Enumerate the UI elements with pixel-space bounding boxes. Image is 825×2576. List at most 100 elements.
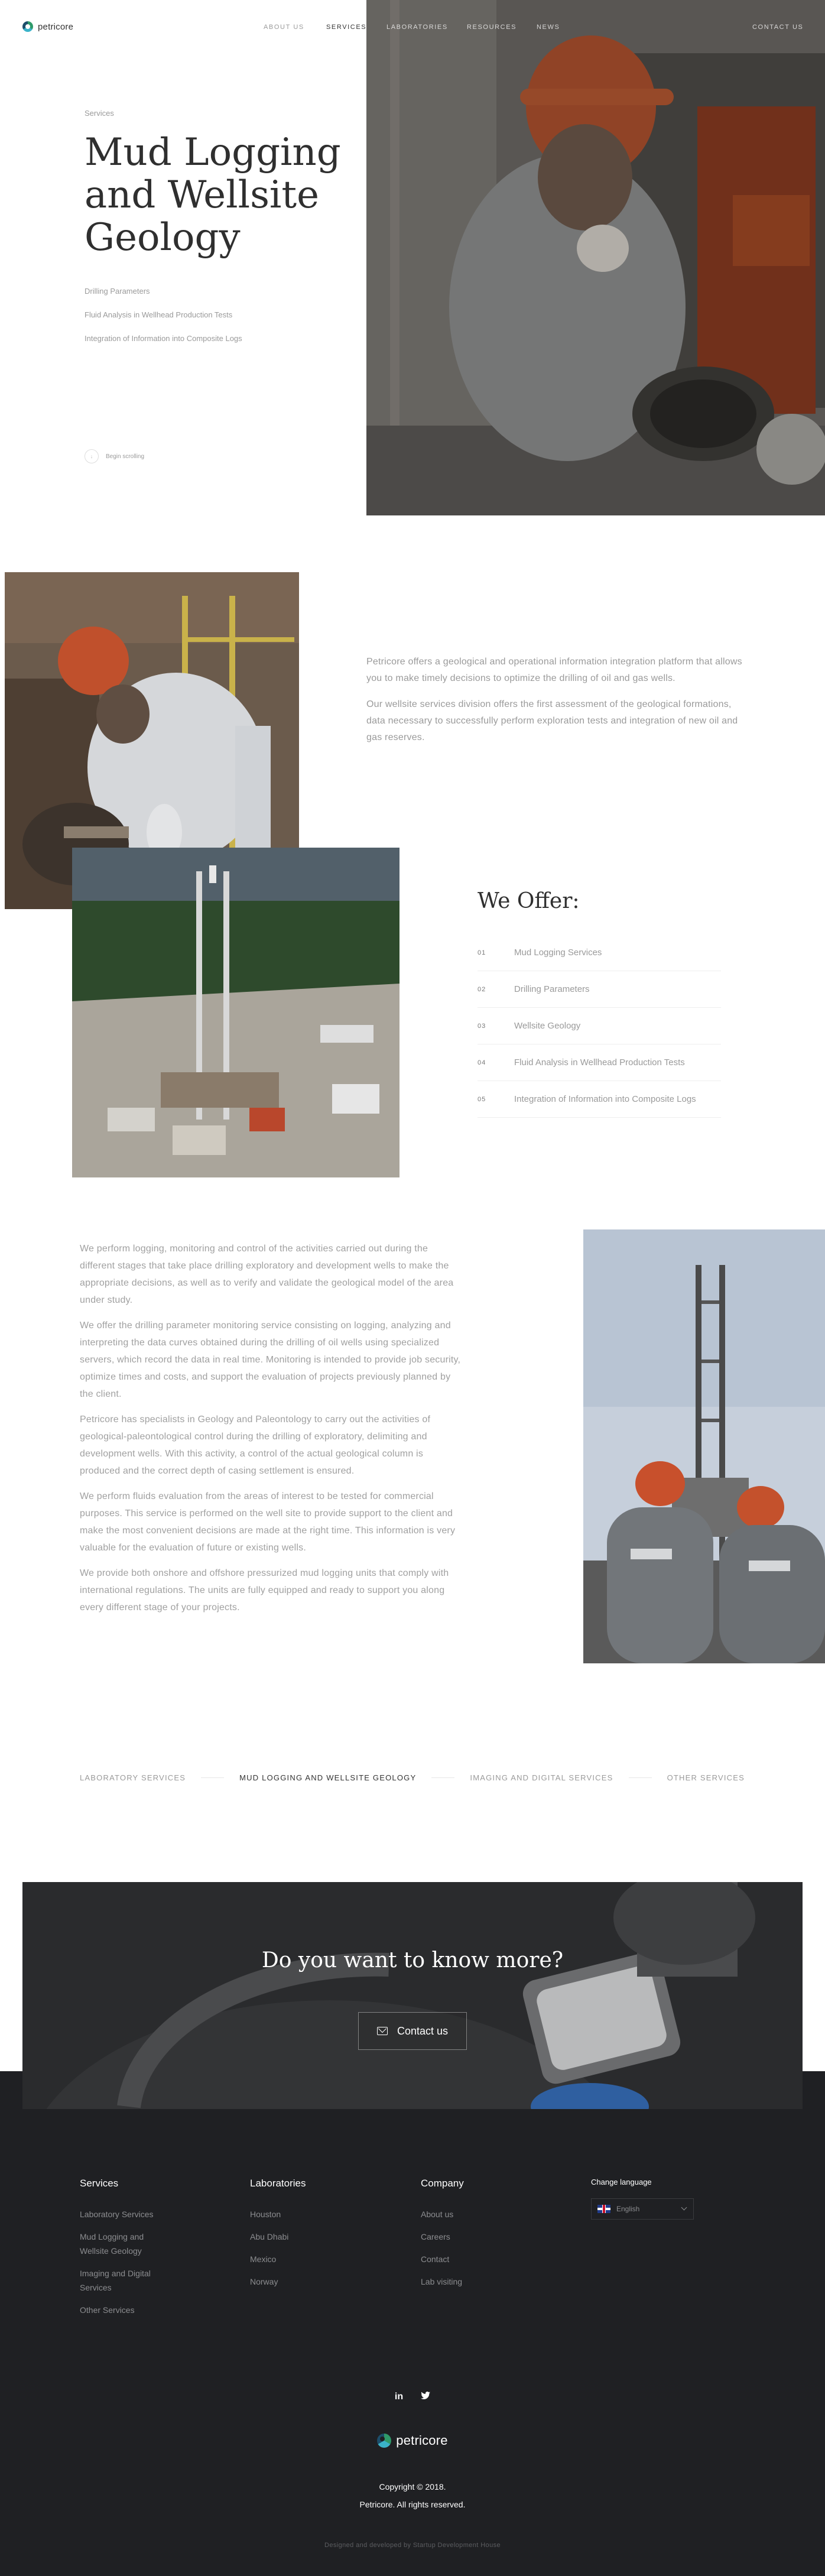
intro-paragraph: Our wellsite services division offers th… (366, 699, 738, 742)
petricore-logo-icon (22, 21, 33, 32)
hero-photo-worker (366, 0, 825, 515)
offer-item[interactable]: 03 Wellsite Geology (478, 1008, 721, 1044)
details-paragraph: We perform fluids evaluation from the ar… (80, 1491, 456, 1553)
brand-logo[interactable]: petricore (22, 21, 73, 32)
footer-link[interactable]: Norway (250, 2275, 386, 2289)
service-details: We perform logging, monitoring and contr… (80, 1240, 464, 1624)
footer-link[interactable]: Lab visiting (421, 2275, 557, 2289)
rig-aerial-illustration (72, 848, 399, 1177)
language-select[interactable]: English (591, 2198, 694, 2220)
credits[interactable]: Designed and developed by Startup Develo… (0, 2542, 825, 2549)
language-title: Change language (591, 2178, 652, 2186)
footer-column-services: Services Laboratory Services Mud Logging… (80, 2178, 216, 2325)
language-selected: English (616, 2205, 640, 2213)
copyright-line: Copyright © 2018. (379, 2482, 446, 2491)
page-title: Mud Logging and Wellsite Geology (85, 131, 341, 259)
footer-link[interactable]: Imaging and Digital Services (80, 2266, 168, 2295)
tab-imaging-digital[interactable]: IMAGING AND DIGITAL SERVICES (470, 1773, 613, 1782)
footer-link[interactable]: Laboratory Services (80, 2207, 216, 2221)
language-switcher: Change language English (591, 2178, 727, 2220)
nav-item-services[interactable]: SERVICES (326, 24, 366, 31)
details-paragraph: We offer the drilling parameter monitori… (80, 1321, 461, 1399)
footer-column-company: Company About us Careers Contact Lab vis… (421, 2178, 557, 2297)
offer-item-label: Fluid Analysis in Wellhead Production Te… (514, 1057, 685, 1068)
offer-item-number: 02 (478, 985, 486, 993)
footer-link[interactable]: Careers (421, 2230, 557, 2244)
page: petricore ABOUT US SERVICES LABORATORIES… (0, 0, 825, 2576)
footer-link[interactable]: Houston (250, 2207, 386, 2221)
footer-column-title: Services (80, 2178, 119, 2189)
contact-us-label: Contact us (397, 2025, 449, 2037)
cta-background-illustration (22, 1882, 803, 2109)
we-offer-title: We Offer: (478, 889, 580, 913)
service-tabs: LABORATORY SERVICES MUD LOGGING AND WELL… (80, 1770, 745, 1785)
hero-link-fluid-analysis[interactable]: Fluid Analysis in Wellhead Production Te… (85, 307, 262, 323)
nav-item-news[interactable]: NEWS (537, 24, 560, 31)
intro-paragraph: Petricore offers a geological and operat… (366, 657, 742, 683)
tab-mud-logging[interactable]: MUD LOGGING AND WELLSITE GEOLOGY (239, 1773, 416, 1782)
offer-item-label: Mud Logging Services (514, 948, 602, 958)
offer-item-label: Drilling Parameters (514, 984, 590, 994)
footer-link[interactable]: Abu Dhabi (250, 2230, 386, 2244)
contact-us-button[interactable]: Contact us (358, 2012, 467, 2050)
offer-item-number: 01 (478, 949, 486, 956)
mail-icon (376, 2027, 388, 2035)
footer-column-title: Company (421, 2178, 464, 2189)
footer-column-laboratories: Laboratories Houston Abu Dhabi Mexico No… (250, 2178, 386, 2297)
offer-item[interactable]: 05 Integration of Information into Compo… (478, 1081, 721, 1118)
hero-link-composite-logs[interactable]: Integration of Information into Composit… (85, 331, 262, 346)
copyright-line: Petricore. All rights reserved. (359, 2500, 466, 2509)
hero-link-drilling-parameters[interactable]: Drilling Parameters (85, 284, 262, 299)
nav-item-laboratories[interactable]: LABORATORIES (386, 24, 448, 31)
nav-item-about[interactable]: ABOUT US (264, 24, 304, 31)
footer-column-title: Laboratories (250, 2178, 306, 2189)
cta-title: Do you want to know more? (261, 1948, 564, 1972)
brand-name: petricore (38, 21, 74, 32)
offer-item[interactable]: 04 Fluid Analysis in Wellhead Production… (478, 1044, 721, 1081)
hero-eyebrow: Services (85, 109, 114, 118)
footer-logo[interactable]: petricore (0, 2433, 825, 2448)
drilling-rig-aerial-photo (72, 848, 399, 1177)
begin-scrolling-label: Begin scrolling (106, 453, 145, 460)
petricore-logo-icon (377, 2434, 392, 2448)
uk-flag-icon (597, 2205, 610, 2213)
nav-item-resources[interactable]: RESOURCES (467, 24, 517, 31)
nav-contact-us[interactable]: CONTACT US (752, 24, 804, 31)
offer-item-number: 05 (478, 1095, 486, 1103)
social-links: in (0, 2392, 825, 2403)
offer-item-label: Wellsite Geology (514, 1021, 581, 1031)
offer-item-number: 04 (478, 1059, 486, 1066)
main-nav: petricore ABOUT US SERVICES LABORATORIES… (0, 0, 825, 54)
linkedin-icon[interactable]: in (395, 2392, 403, 2403)
workers-rig-illustration (583, 1229, 825, 1663)
hero-subnav: Drilling Parameters Fluid Analysis in We… (85, 284, 262, 355)
intro-text: Petricore offers a geological and operat… (366, 654, 751, 755)
we-offer-section: We Offer: 01 Mud Logging Services 02 Dri… (478, 889, 721, 1118)
details-paragraph: We provide both onshore and offshore pre… (80, 1568, 449, 1613)
footer-link[interactable]: Mud Logging and Wellsite Geology (80, 2230, 168, 2258)
contact-cta: Do you want to know more? Contact us (22, 1882, 803, 2109)
footer-link[interactable]: About us (421, 2207, 557, 2221)
offer-item-label: Integration of Information into Composit… (514, 1094, 696, 1104)
begin-scrolling[interactable]: ↓ Begin scrolling (85, 449, 144, 463)
hero-section: petricore ABOUT US SERVICES LABORATORIES… (0, 0, 825, 515)
footer: Services Laboratory Services Mud Logging… (0, 2071, 825, 2576)
arrow-down-icon: ↓ (85, 449, 99, 463)
details-paragraph: We perform logging, monitoring and contr… (80, 1244, 454, 1305)
details-paragraph: Petricore has specialists in Geology and… (80, 1414, 431, 1476)
offer-item[interactable]: 01 Mud Logging Services (478, 935, 721, 971)
tab-other-services[interactable]: OTHER SERVICES (667, 1773, 745, 1782)
tab-laboratory-services[interactable]: LABORATORY SERVICES (80, 1773, 186, 1782)
copyright: Copyright © 2018. Petricore. All rights … (0, 2478, 825, 2513)
workers-rig-photo (583, 1229, 825, 1663)
tab-divider (201, 1777, 225, 1778)
footer-link[interactable]: Other Services (80, 2303, 216, 2317)
footer-link[interactable]: Mexico (250, 2252, 386, 2266)
offer-item[interactable]: 02 Drilling Parameters (478, 971, 721, 1008)
offer-item-number: 03 (478, 1022, 486, 1030)
footer-link[interactable]: Contact (421, 2252, 557, 2266)
footer-brand-name: petricore (396, 2433, 448, 2448)
chevron-down-icon (681, 2204, 687, 2211)
tab-divider (628, 1777, 652, 1778)
twitter-icon[interactable] (421, 2392, 431, 2403)
